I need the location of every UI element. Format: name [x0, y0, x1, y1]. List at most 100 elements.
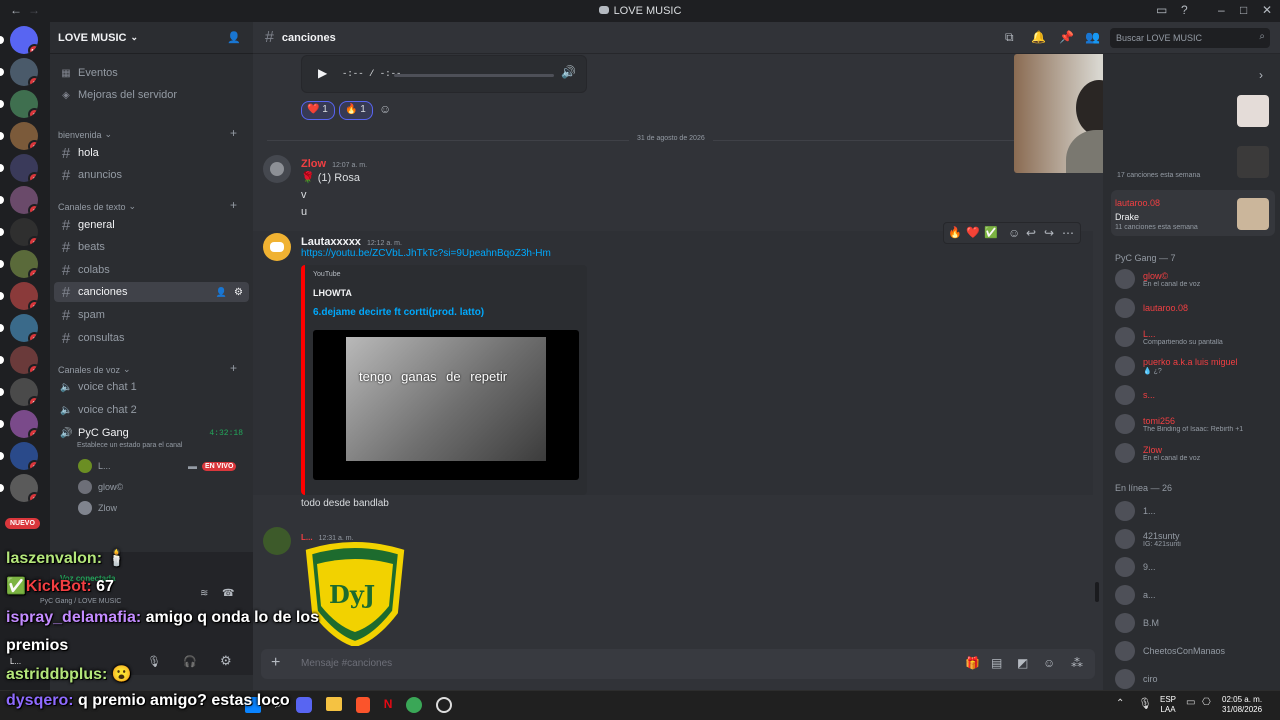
emoji-icon[interactable]: ☺ [1043, 656, 1055, 670]
message-link[interactable]: https://youtu.be/ZCVbL.JhTkTc?si=9Upeahn… [301, 248, 551, 259]
server-icon[interactable]: 1 [10, 186, 38, 214]
play-icon[interactable]: ▶ [318, 66, 327, 80]
reply-icon[interactable]: ↩ [1026, 226, 1036, 240]
gift-icon[interactable]: 🎁 [965, 656, 980, 670]
message-author[interactable]: Zlow [301, 158, 326, 170]
avatar[interactable] [263, 233, 291, 261]
inbox-icon[interactable]: ▭ [1156, 3, 1167, 17]
threads-icon[interactable]: ⧉ [1005, 30, 1014, 45]
embed-author[interactable]: LHOWTA [313, 288, 352, 298]
search-input[interactable]: Buscar LOVE MUSIC ⌕ [1110, 28, 1270, 48]
apps-icon[interactable]: ⁂ [1071, 656, 1083, 670]
member-item[interactable]: CheetosConManaos [1115, 641, 1275, 661]
scrollbar-thumb[interactable] [1095, 582, 1099, 602]
reaction-heart[interactable]: ❤️ 1 [301, 101, 335, 120]
member-item[interactable]: tomi256 The Binding of Isaac: Rebirth +1 [1115, 414, 1275, 434]
weekly-card[interactable]: lautaroo.08 Drake 11 canciones esta sema… [1111, 190, 1275, 236]
language-indicator[interactable]: ESP LAA [1160, 695, 1176, 715]
member-item[interactable]: L... Compartiendo su pantalla [1115, 327, 1275, 347]
avatar[interactable] [263, 155, 291, 183]
member-item[interactable]: ciro [1115, 669, 1275, 689]
server-icon[interactable]: 1 [10, 90, 38, 118]
message-author[interactable]: Lautaxxxxx [301, 236, 361, 248]
members-icon[interactable]: 👥 [1085, 30, 1100, 44]
gif-icon[interactable]: ▤ [991, 656, 1002, 670]
add-reaction-icon[interactable]: ☺ [379, 102, 391, 116]
voice-channel-1[interactable]: 🔈 voice chat 1 [54, 377, 249, 397]
voice-channel-pyc[interactable]: 🔊 PyC Gang 4:32:18 [54, 423, 249, 443]
member-item[interactable]: glow© En el canal de voz [1115, 269, 1275, 289]
quick-reaction[interactable]: 🔥 [948, 226, 962, 239]
member-item[interactable]: puerko a.k.a luis miguel 💧 ¿? [1115, 356, 1275, 376]
channel-anuncios[interactable]: # anuncios [54, 165, 249, 185]
song-cover[interactable] [1237, 95, 1269, 127]
chevron-up-icon[interactable]: ⌃ [1116, 698, 1124, 709]
sidebar-item-eventos[interactable]: ▦ Eventos [54, 63, 249, 83]
quick-reaction[interactable]: ❤️ [966, 226, 980, 239]
server-icon[interactable]: 1 [10, 250, 38, 278]
server-icon[interactable]: 1 [10, 154, 38, 182]
voice-channel-2[interactable]: 🔈 voice chat 2 [54, 400, 249, 420]
browser-icon[interactable] [406, 697, 423, 713]
channel-colabs[interactable]: # colabs [54, 260, 249, 280]
volume-icon[interactable]: 🔊 [561, 65, 576, 79]
channel-beats[interactable]: # beats [54, 237, 249, 257]
server-icon[interactable]: 2 [10, 378, 38, 406]
voice-user[interactable]: glow© [78, 480, 123, 494]
add-channel-icon[interactable]: + [230, 198, 237, 212]
server-icon[interactable]: 1 [10, 474, 38, 502]
forward-icon[interactable]: ↪ [1044, 226, 1054, 240]
member-item[interactable]: B.M [1115, 613, 1275, 633]
channel-consultas[interactable]: # consultas [54, 328, 249, 348]
network-icon[interactable]: ⎔ [1202, 697, 1211, 708]
member-item[interactable]: 9... [1115, 557, 1275, 577]
quick-reaction[interactable]: ✅ [984, 226, 998, 239]
server-icon[interactable]: 1 [10, 442, 38, 470]
maximize-icon[interactable]: □ [1240, 3, 1247, 17]
mic-tray-icon[interactable]: 🎙 [1138, 697, 1152, 710]
close-icon[interactable]: ✕ [1262, 3, 1272, 17]
server-icon[interactable]: 1 [10, 58, 38, 86]
song-cover[interactable] [1237, 146, 1269, 178]
netflix-icon[interactable]: N [384, 697, 393, 713]
minimize-icon[interactable]: – [1218, 3, 1225, 17]
more-icon[interactable]: ⋯ [1062, 226, 1074, 240]
server-icon[interactable]: 1 [10, 314, 38, 342]
server-header[interactable]: LOVE MUSIC ⌄ 👤 [50, 22, 253, 54]
voice-status[interactable]: Establece un estado para el canal [77, 442, 182, 449]
monitor-icon[interactable]: ▭ [1186, 697, 1195, 708]
channel-canciones[interactable]: # canciones 👤 ⚙ [54, 282, 249, 302]
member-item[interactable]: lautaroo.08 [1115, 298, 1275, 318]
voice-user[interactable]: L... ▬ EN VIVO [78, 459, 237, 473]
channel-spam[interactable]: # spam [54, 305, 249, 325]
server-icon[interactable]: 1 [10, 346, 38, 374]
gear-icon[interactable]: ⚙ [234, 287, 243, 298]
clock[interactable]: 02:05 a. m. 31/08/2026 [1222, 695, 1262, 715]
pin-icon[interactable]: 📌 [1059, 30, 1074, 44]
invite-icon[interactable]: 👤 [227, 31, 241, 44]
category-voz[interactable]: Canales de voz ⌄ [58, 364, 131, 375]
member-item[interactable]: a... [1115, 585, 1275, 605]
category-bienvenida[interactable]: bienvenida ⌄ [58, 129, 112, 140]
embed-title[interactable]: 6.dejame decirte ft cortti(prod. latto) [313, 307, 484, 318]
category-texto[interactable]: Canales de texto ⌄ [58, 201, 136, 212]
reaction-fire[interactable]: 🔥 1 [339, 101, 373, 120]
add-reaction-icon[interactable]: ☺ [1008, 226, 1020, 240]
message-input[interactable]: + Mensaje #canciones 🎁 ▤ ◩ ☺ ⁂ [261, 649, 1095, 679]
server-icon[interactable]: 1 [10, 218, 38, 246]
chevron-right-icon[interactable]: › [1259, 68, 1263, 82]
server-icon[interactable]: 1 [10, 410, 38, 438]
bell-icon[interactable]: 🔔 [1031, 30, 1046, 44]
sidebar-item-mejoras[interactable]: ◈ Mejoras del servidor [54, 85, 249, 105]
invite-icon[interactable]: 👤 [216, 287, 227, 298]
add-channel-icon[interactable]: + [230, 361, 237, 375]
add-channel-icon[interactable]: + [230, 126, 237, 140]
member-item[interactable]: Zlow En el canal de voz [1115, 443, 1275, 463]
video-thumbnail[interactable]: tengo ganas de repetir [313, 330, 579, 480]
channel-general[interactable]: # general [54, 215, 249, 235]
new-badge[interactable]: NUEVO [5, 518, 40, 529]
member-item[interactable]: 421sunty IG: 421sunti [1115, 529, 1275, 549]
server-icon[interactable]: 11 [10, 26, 38, 54]
server-icon[interactable]: 1 [10, 282, 38, 310]
help-icon[interactable]: ? [1181, 3, 1188, 17]
